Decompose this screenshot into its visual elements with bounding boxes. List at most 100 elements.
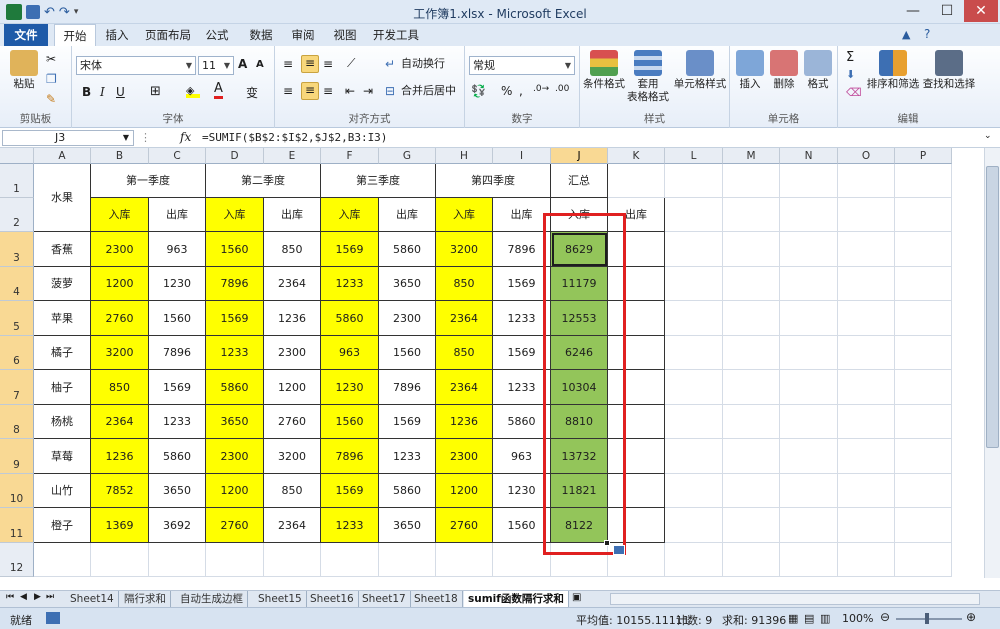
autofill-options-icon[interactable] [613, 545, 625, 555]
cell[interactable] [895, 232, 952, 267]
column-header-a[interactable]: A [34, 148, 91, 164]
in-value-cell[interactable]: 5860 [321, 301, 379, 336]
cell[interactable] [206, 543, 264, 577]
cell[interactable] [895, 474, 952, 508]
cell[interactable] [723, 405, 780, 439]
column-header-n[interactable]: N [780, 148, 838, 164]
column-header-g[interactable]: G [379, 148, 436, 164]
in-value-cell[interactable]: 1560 [321, 405, 379, 439]
expand-formula-icon[interactable]: ⌄ [984, 131, 992, 141]
tab-page-layout[interactable]: 页面布局 [142, 24, 194, 46]
in-value-cell[interactable]: 1233 [206, 336, 264, 370]
row-header-6[interactable]: 6 [0, 336, 34, 370]
out-label-cell[interactable]: 出库 [149, 198, 206, 232]
align-bottom-icon[interactable]: ≡ [323, 57, 333, 71]
tab-formulas[interactable]: 公式 [200, 24, 234, 46]
out-value-cell[interactable]: 3650 [149, 474, 206, 508]
out-value-cell[interactable]: 2300 [264, 336, 321, 370]
cell[interactable] [838, 267, 895, 301]
cell[interactable] [665, 336, 723, 370]
sheet-tab[interactable]: Sheet18 [410, 591, 463, 607]
cell[interactable] [665, 267, 723, 301]
in-label-cell[interactable]: 入库 [321, 198, 379, 232]
out-value-cell[interactable]: 2760 [264, 405, 321, 439]
grow-font-icon[interactable]: A [238, 57, 247, 71]
copy-icon[interactable]: ❐ [46, 72, 57, 86]
sheet-tab[interactable]: Sheet17 [358, 591, 411, 607]
in-value-cell[interactable]: 5860 [206, 370, 264, 405]
out-value-cell[interactable]: 850 [264, 232, 321, 267]
out-value-cell[interactable]: 7896 [149, 336, 206, 370]
cell[interactable] [665, 508, 723, 543]
page-layout-view-icon[interactable]: ▤ [804, 612, 814, 625]
cell[interactable] [780, 370, 838, 405]
horizontal-scrollbar[interactable] [610, 593, 980, 605]
zoom-slider[interactable] [896, 618, 962, 620]
delete-button[interactable]: 删除 [768, 50, 800, 91]
cell[interactable] [838, 232, 895, 267]
increase-decimal-icon[interactable]: .0→ [533, 84, 549, 94]
out-value-cell[interactable]: 3200 [264, 439, 321, 474]
cell[interactable] [895, 543, 952, 577]
out-value-cell[interactable]: 1233 [149, 405, 206, 439]
fruit-name-cell[interactable]: 香蕉 [34, 232, 91, 267]
cell[interactable] [723, 474, 780, 508]
insert-function-icon[interactable]: fx [180, 130, 191, 144]
font-size-select[interactable]: 11 ▼ [198, 56, 234, 75]
cell[interactable] [895, 198, 952, 232]
row-header-4[interactable]: 4 [0, 267, 34, 301]
cell[interactable] [723, 164, 780, 198]
formula-bar-resize-icon[interactable]: ⋮ [140, 131, 151, 144]
cell[interactable] [264, 543, 321, 577]
page-break-view-icon[interactable]: ▥ [820, 612, 830, 625]
vertical-scrollbar[interactable] [984, 148, 1000, 578]
in-value-cell[interactable]: 850 [436, 336, 493, 370]
cell[interactable] [665, 301, 723, 336]
tab-review[interactable]: 审阅 [286, 24, 320, 46]
fruit-name-cell[interactable]: 苹果 [34, 301, 91, 336]
fruit-name-cell[interactable]: 柚子 [34, 370, 91, 405]
cell[interactable] [838, 336, 895, 370]
column-header-h[interactable]: H [436, 148, 493, 164]
cell[interactable] [838, 439, 895, 474]
in-value-cell[interactable]: 2300 [91, 232, 149, 267]
normal-view-icon[interactable]: ▦ [788, 612, 798, 625]
merge-center-icon[interactable]: ⊟ [385, 84, 395, 98]
underline-icon[interactable]: U [116, 85, 125, 99]
out-value-cell[interactable]: 850 [264, 474, 321, 508]
fruit-name-cell[interactable]: 山竹 [34, 474, 91, 508]
in-value-cell[interactable]: 1200 [91, 267, 149, 301]
cell[interactable] [895, 164, 952, 198]
cell[interactable] [838, 508, 895, 543]
cell[interactable] [838, 474, 895, 508]
cell[interactable] [91, 543, 149, 577]
align-left-icon[interactable]: ≡ [283, 84, 293, 98]
in-value-cell[interactable]: 3650 [206, 405, 264, 439]
in-value-cell[interactable]: 3200 [436, 232, 493, 267]
cell[interactable] [895, 336, 952, 370]
shrink-font-icon[interactable]: A [256, 59, 264, 70]
quarter-header-cell[interactable]: 第四季度 [436, 164, 551, 198]
cell[interactable] [723, 508, 780, 543]
in-value-cell[interactable]: 2364 [436, 301, 493, 336]
in-value-cell[interactable]: 1560 [206, 232, 264, 267]
cell[interactable] [723, 232, 780, 267]
fruit-name-cell[interactable]: 菠萝 [34, 267, 91, 301]
worksheet-grid[interactable]: A B C D E F G H I J K L M N O P 1 2 3 4 5 6 7 8 9 10 11 12 水果 第一季度 第二季… [0, 148, 984, 578]
formula-input[interactable]: =SUMIF($B$2:$I$2,$J$2,B3:I3) [202, 131, 387, 144]
in-value-cell[interactable]: 2760 [91, 301, 149, 336]
column-header-p[interactable]: P [895, 148, 952, 164]
out-value-cell[interactable]: 2300 [379, 301, 436, 336]
maximize-button[interactable]: ☐ [930, 0, 964, 22]
out-value-cell[interactable]: 2364 [264, 267, 321, 301]
merge-center-button[interactable]: 合并后居中 [401, 82, 456, 100]
select-all-corner[interactable] [0, 148, 34, 164]
cell[interactable] [665, 543, 723, 577]
cell[interactable] [895, 301, 952, 336]
tab-data[interactable]: 数据 [244, 24, 278, 46]
column-header-e[interactable]: E [264, 148, 321, 164]
cell[interactable] [838, 198, 895, 232]
fruit-name-cell[interactable]: 橘子 [34, 336, 91, 370]
cell[interactable] [379, 543, 436, 577]
zoom-out-icon[interactable]: ⊖ [880, 610, 890, 624]
